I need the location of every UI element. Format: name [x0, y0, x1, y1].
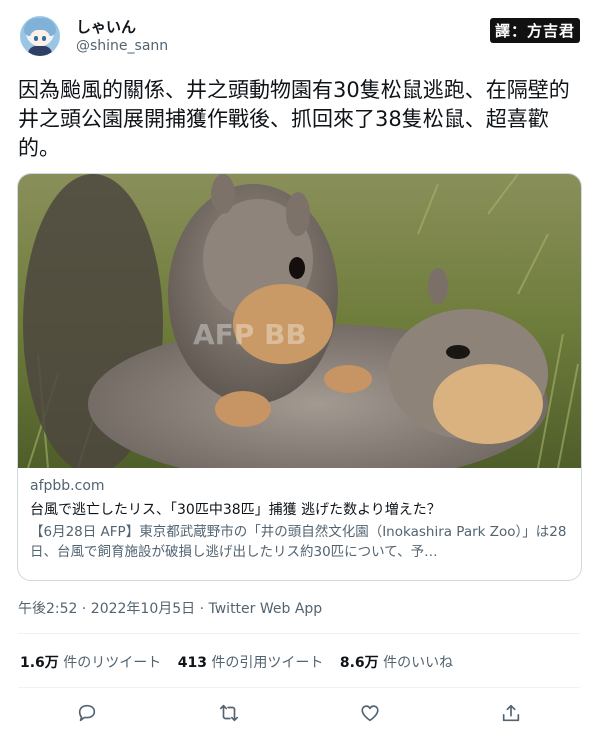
- card-title: 台風で逃亡したリス、「30匹中38匹」捕獲 逃げた数より増えた？: [30, 502, 441, 518]
- share-icon: [502, 704, 520, 722]
- tweet-timestamp[interactable]: 午後2:52 · 2022年10月5日 · Twitter Web App: [18, 598, 322, 618]
- avatar[interactable]: [20, 16, 60, 56]
- share-button[interactable]: [498, 700, 524, 726]
- card-image[interactable]: AFP BB: [18, 174, 581, 468]
- tweet-header: しゃいん @shine_sann 譯：方吉君: [20, 14, 580, 62]
- card-description: 【6月28日 AFP】東京都武蔵野市の「井の頭自然文化園（Inokashira …: [30, 524, 567, 560]
- divider: [18, 687, 580, 688]
- retweet-button[interactable]: [216, 700, 242, 726]
- photo-watermark: AFP BB: [193, 318, 307, 351]
- translator-badge: 譯：方吉君: [489, 18, 580, 43]
- likes-count: 8.6万: [339, 655, 379, 671]
- retweets-label: 件のリツイート: [63, 655, 162, 671]
- quotes-count: 413: [177, 655, 207, 671]
- retweets-count: 1.6万: [20, 655, 59, 671]
- squirrel-photo: AFP BB: [18, 174, 581, 468]
- reply-icon: [78, 704, 96, 722]
- likes-label: 件のいいね: [383, 655, 454, 671]
- action-bar: [0, 700, 598, 726]
- tweet-stats: 1.6万 件のリツイート 413 件の引用ツイート 8.6万 件のいいね: [20, 652, 465, 672]
- likes-stat[interactable]: 8.6万 件のいいね: [340, 655, 453, 671]
- tweet-text: 因為颱風的關係、井之頭動物園有30隻松鼠逃跑、在隔壁的井之頭公園展開捕獲作戰後、…: [18, 78, 570, 160]
- retweets-stat[interactable]: 1.6万 件のリツイート: [20, 655, 161, 671]
- retweet-icon: [219, 704, 239, 722]
- quotes-label: 件の引用ツイート: [211, 655, 324, 671]
- quotes-stat[interactable]: 413 件の引用ツイート: [178, 655, 324, 671]
- like-button[interactable]: [357, 700, 383, 726]
- card-domain: afpbb.com: [30, 478, 105, 494]
- like-icon: [361, 705, 379, 722]
- link-card[interactable]: AFP BB afpbb.com 台風で逃亡したリス、「30匹中38匹」捕獲 逃…: [17, 173, 582, 581]
- user-handle[interactable]: @shine_sann: [76, 38, 168, 54]
- display-name[interactable]: しゃいん: [76, 16, 136, 37]
- reply-button[interactable]: [74, 700, 100, 726]
- card-meta: afpbb.com 台風で逃亡したリス、「30匹中38匹」捕獲 逃げた数より増え…: [30, 476, 570, 562]
- divider: [18, 633, 580, 634]
